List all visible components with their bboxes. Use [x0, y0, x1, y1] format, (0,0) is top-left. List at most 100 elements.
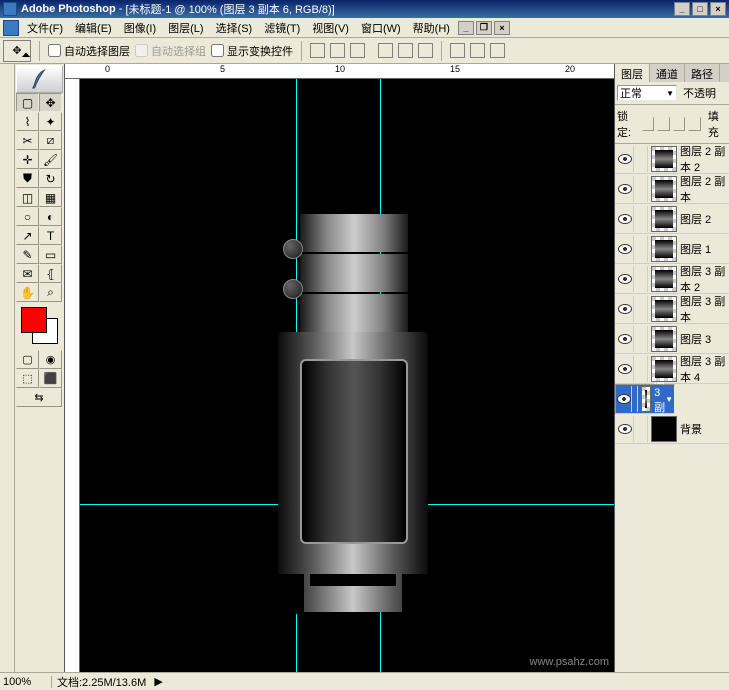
link-cell[interactable]	[634, 236, 648, 262]
visibility-icon[interactable]	[616, 176, 634, 202]
layer-row[interactable]: 图层 3 副本 6	[615, 384, 675, 414]
visibility-icon[interactable]	[616, 416, 634, 442]
distribute-icon[interactable]	[450, 43, 465, 58]
link-cell[interactable]	[634, 266, 648, 292]
doc-close-button[interactable]: ×	[494, 21, 510, 35]
align-icon[interactable]	[398, 43, 413, 58]
close-button[interactable]: ×	[710, 2, 726, 16]
visibility-icon[interactable]	[616, 206, 634, 232]
move-tool-icon[interactable]: ✥	[3, 40, 31, 62]
visibility-icon[interactable]	[616, 266, 634, 292]
layer-thumbnail[interactable]	[651, 146, 677, 172]
link-cell[interactable]	[634, 206, 648, 232]
visibility-icon[interactable]	[616, 146, 634, 172]
link-cell[interactable]	[634, 356, 648, 382]
layer-thumbnail[interactable]	[651, 266, 677, 292]
layer-row[interactable]: 图层 3 副本	[615, 294, 729, 324]
minimize-button[interactable]: _	[674, 2, 690, 16]
jump-button[interactable]: ⇆	[16, 388, 62, 407]
link-cell[interactable]	[632, 386, 638, 412]
wand-tool[interactable]: ✦	[39, 112, 62, 131]
distribute-icon[interactable]	[470, 43, 485, 58]
layer-row[interactable]: 图层 3 副本 2	[615, 264, 729, 294]
layer-thumbnail[interactable]	[651, 416, 677, 442]
zoom-value[interactable]: 100%	[0, 676, 52, 688]
layer-name[interactable]: 图层 3	[680, 331, 728, 347]
menu-window[interactable]: 窗口(W)	[355, 18, 407, 38]
layer-name[interactable]: 图层 3 副本	[680, 293, 728, 325]
hand-tool[interactable]: ✋	[16, 283, 39, 302]
layer-name[interactable]: 图层 1	[680, 241, 728, 257]
layer-row[interactable]: 背景	[615, 414, 729, 444]
heal-tool[interactable]: ✛	[16, 150, 39, 169]
eyedropper-tool[interactable]: ⦃	[39, 264, 62, 283]
layer-row[interactable]: 图层 2 副本 2	[615, 144, 729, 174]
visibility-icon[interactable]	[616, 326, 634, 352]
link-cell[interactable]	[634, 146, 648, 172]
visibility-icon[interactable]	[616, 356, 634, 382]
layer-row[interactable]: 图层 3	[615, 324, 729, 354]
notes-tool[interactable]: ✉	[16, 264, 39, 283]
doc-minimize-button[interactable]: _	[458, 21, 474, 35]
blur-tool[interactable]: ○	[16, 207, 39, 226]
tab-channels[interactable]: 通道	[650, 64, 685, 82]
gradient-tool[interactable]: ▦	[39, 188, 62, 207]
menu-edit[interactable]: 编辑(E)	[69, 18, 118, 38]
layer-thumbnail[interactable]	[651, 206, 677, 232]
visibility-icon[interactable]	[617, 386, 632, 412]
align-icon[interactable]	[350, 43, 365, 58]
lasso-tool[interactable]: ⌇	[16, 112, 39, 131]
visibility-icon[interactable]	[616, 296, 634, 322]
tab-paths[interactable]: 路径	[685, 64, 720, 82]
menu-file[interactable]: 文件(F)	[21, 18, 69, 38]
path-tool[interactable]: ↗	[16, 226, 39, 245]
align-icon[interactable]	[418, 43, 433, 58]
link-cell[interactable]	[634, 326, 648, 352]
zoom-tool[interactable]: ⌕	[39, 283, 62, 302]
type-tool[interactable]: T	[39, 226, 62, 245]
visibility-icon[interactable]	[616, 236, 634, 262]
menu-view[interactable]: 视图(V)	[306, 18, 355, 38]
brush-tool[interactable]: 🖌	[39, 150, 62, 169]
layer-thumbnail[interactable]	[651, 326, 677, 352]
pen-tool[interactable]: ✎	[16, 245, 39, 264]
link-cell[interactable]	[634, 176, 648, 202]
standard-mode[interactable]: ▢	[16, 350, 39, 369]
shape-tool[interactable]: ▭	[39, 245, 62, 264]
layer-thumbnail[interactable]	[651, 296, 677, 322]
doc-restore-button[interactable]: ❐	[476, 21, 492, 35]
lock-pixels[interactable]	[657, 117, 669, 131]
layer-name[interactable]: 图层 2	[680, 211, 728, 227]
tab-layers[interactable]: 图层	[615, 64, 650, 82]
lock-position[interactable]	[673, 117, 685, 131]
screen-mode-2[interactable]: ⬛	[39, 369, 62, 388]
layer-thumbnail[interactable]	[651, 176, 677, 202]
auto-select-group-checkbox[interactable]: 自动选择组	[135, 43, 206, 59]
layer-row[interactable]: 图层 2 副本	[615, 174, 729, 204]
menu-filter[interactable]: 滤镜(T)	[258, 18, 306, 38]
quickmask-mode[interactable]: ◉	[39, 350, 62, 369]
color-swatch[interactable]	[16, 302, 63, 347]
crop-tool[interactable]: ✂	[16, 131, 39, 150]
layer-name[interactable]: 图层 3 副本 2	[680, 263, 728, 295]
menu-layer[interactable]: 图层(L)	[162, 18, 209, 38]
layer-thumbnail[interactable]	[651, 236, 677, 262]
lock-all[interactable]	[688, 117, 700, 131]
dodge-tool[interactable]: ◐	[39, 207, 62, 226]
stamp-tool[interactable]: ⛊	[16, 169, 39, 188]
lock-transparency[interactable]	[642, 117, 654, 131]
link-cell[interactable]	[634, 296, 648, 322]
history-brush-tool[interactable]: ↻	[39, 169, 62, 188]
show-transform-checkbox[interactable]: 显示变换控件	[211, 43, 293, 59]
menu-select[interactable]: 选择(S)	[210, 18, 259, 38]
screen-mode-1[interactable]: ⬚	[16, 369, 39, 388]
menu-help[interactable]: 帮助(H)	[407, 18, 456, 38]
eraser-tool[interactable]: ◫	[16, 188, 39, 207]
layer-thumbnail[interactable]	[641, 386, 651, 412]
layer-row[interactable]: 图层 1	[615, 234, 729, 264]
align-icon[interactable]	[310, 43, 325, 58]
foreground-color[interactable]	[21, 307, 47, 333]
link-cell[interactable]	[634, 416, 648, 442]
align-icon[interactable]	[378, 43, 393, 58]
layer-row[interactable]: 图层 2	[615, 204, 729, 234]
